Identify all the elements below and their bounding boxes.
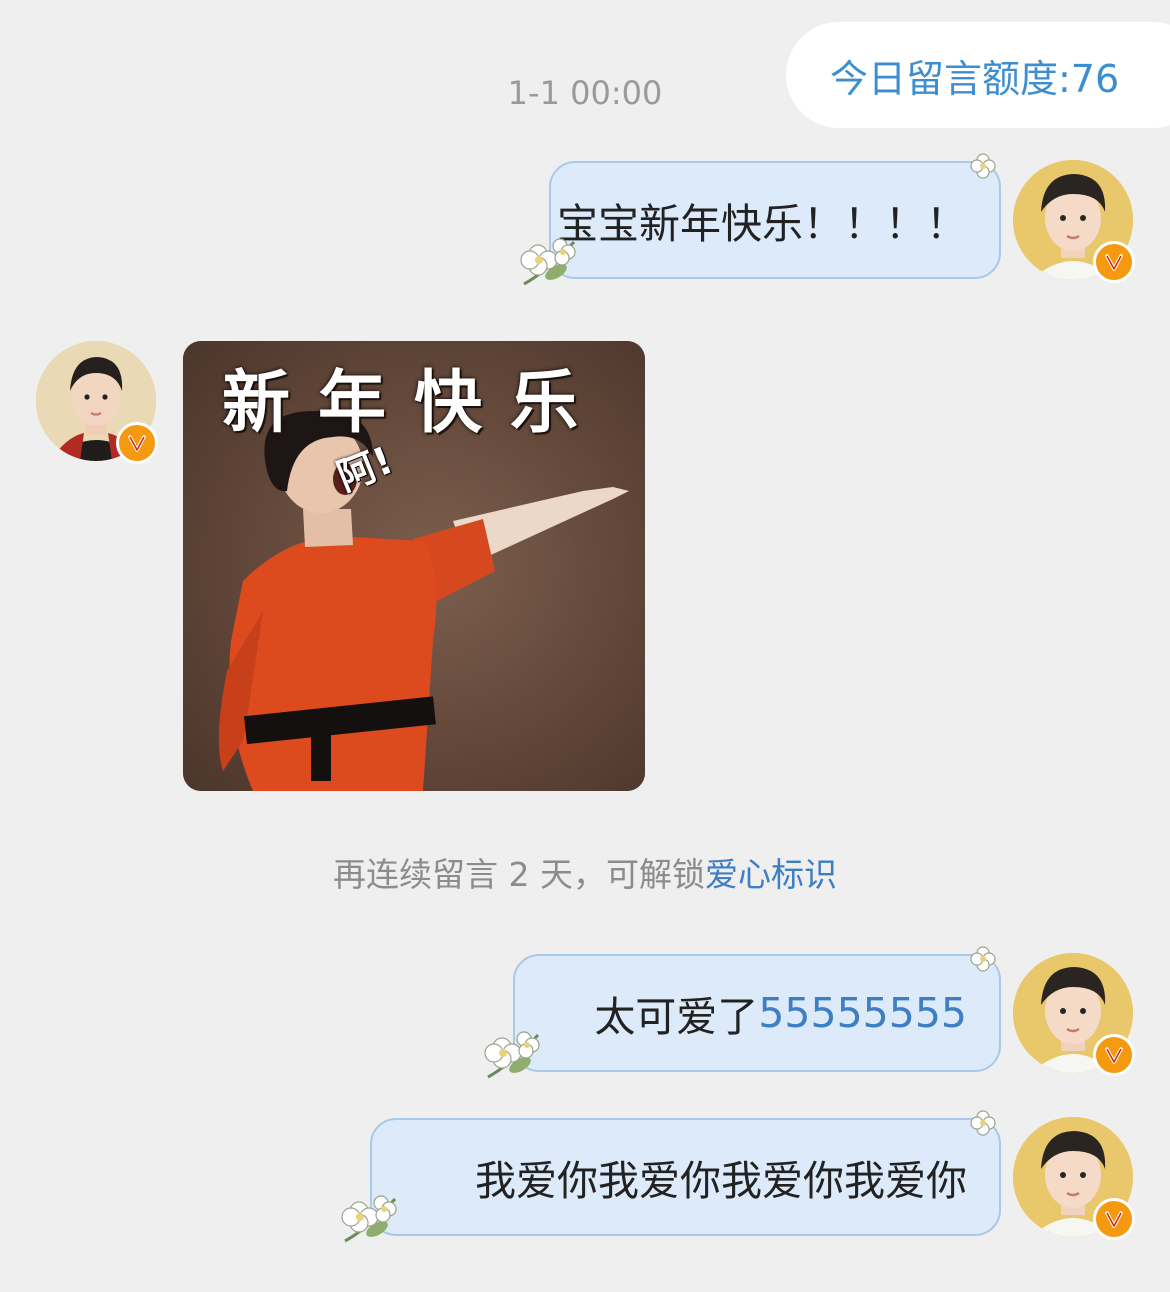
chat-timestamp: 1-1 00:00 bbox=[507, 74, 663, 112]
streak-notice-text: 再连续留言 2 天，可解锁 bbox=[333, 855, 705, 894]
message-text: 我爱你我爱你我爱你我爱你 bbox=[475, 1157, 967, 1205]
message-text: 宝宝新年快乐！！！！ bbox=[557, 200, 967, 248]
message-bubble[interactable]: 我爱你我爱你我爱你我爱你 bbox=[370, 1118, 1001, 1236]
sticker-image[interactable]: 新年快乐 bbox=[183, 341, 645, 791]
verified-badge-icon bbox=[1093, 1034, 1135, 1076]
sticker-caption: 新年快乐 bbox=[221, 364, 606, 443]
verified-badge-icon bbox=[1093, 241, 1135, 283]
message-highlight-text: 55555555 bbox=[758, 989, 967, 1037]
flower-decoration-icon bbox=[337, 1189, 403, 1249]
verified-badge-icon bbox=[1093, 1198, 1135, 1240]
heart-badge-link[interactable]: 爱心标识 bbox=[705, 855, 837, 894]
message-bubble[interactable]: 宝宝新年快乐！！！！ bbox=[549, 161, 1001, 279]
flower-decoration-icon bbox=[968, 944, 998, 974]
flower-decoration-icon bbox=[968, 151, 998, 181]
message-text: 太可爱了 bbox=[594, 993, 759, 1041]
flower-decoration-icon bbox=[516, 232, 582, 292]
streak-notice: 再连续留言 2 天，可解锁爱心标识 bbox=[0, 848, 1170, 896]
message-bubble[interactable]: 太可爱了 55555555 bbox=[513, 954, 1001, 1072]
flower-decoration-icon bbox=[968, 1108, 998, 1138]
flower-decoration-icon bbox=[480, 1025, 546, 1085]
verified-badge-icon bbox=[116, 422, 158, 464]
